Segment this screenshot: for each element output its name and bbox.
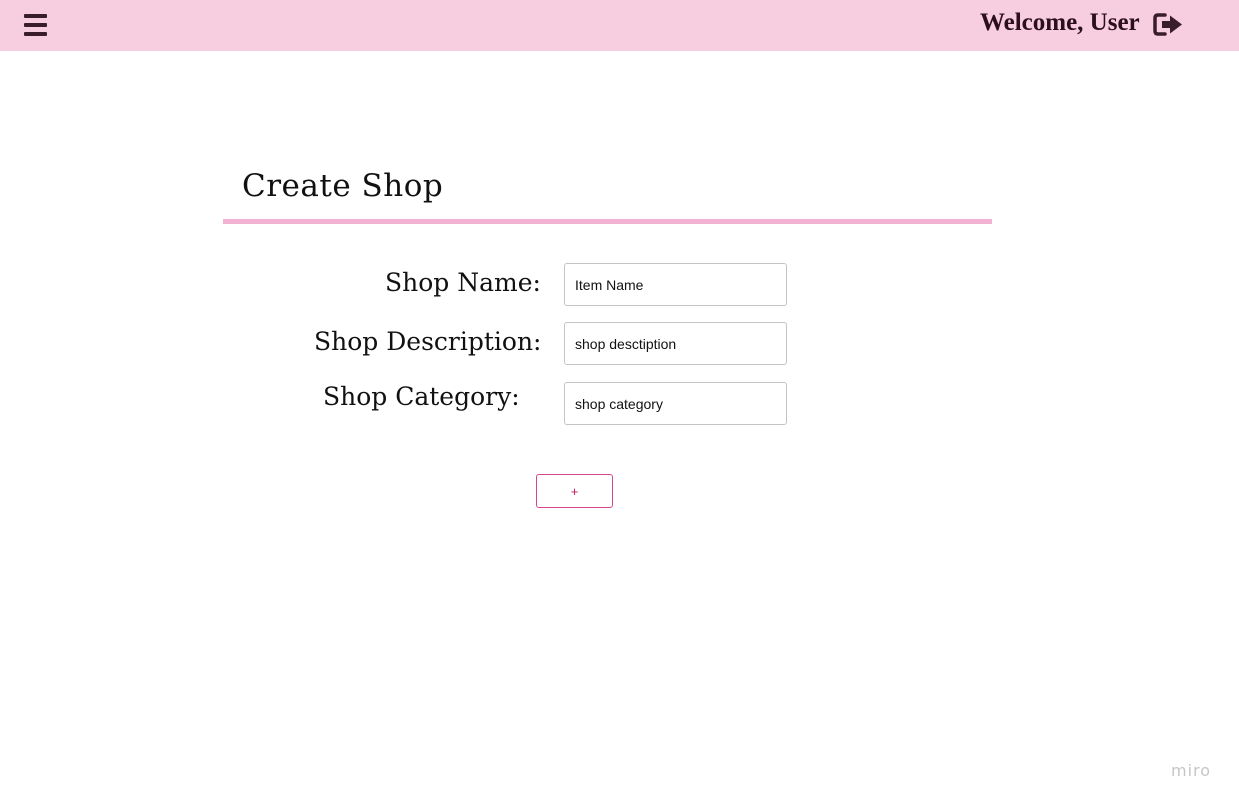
sign-out-icon[interactable] (1153, 12, 1184, 37)
shop-category-label: Shop Category: (323, 382, 520, 411)
hamburger-menu-icon[interactable] (24, 14, 47, 36)
page-title: Create Shop (242, 168, 444, 204)
welcome-text: Welcome, User (980, 9, 1140, 36)
shop-category-input[interactable] (564, 382, 787, 425)
miro-watermark: miro (1171, 761, 1212, 780)
title-divider (223, 219, 992, 224)
add-shop-button[interactable]: + (536, 474, 613, 508)
shop-description-input[interactable] (564, 322, 787, 365)
shop-name-input[interactable] (564, 263, 787, 306)
shop-name-label: Shop Name: (385, 268, 541, 297)
top-bar: Welcome, User (0, 0, 1239, 51)
shop-description-label: Shop Description: (314, 327, 542, 356)
